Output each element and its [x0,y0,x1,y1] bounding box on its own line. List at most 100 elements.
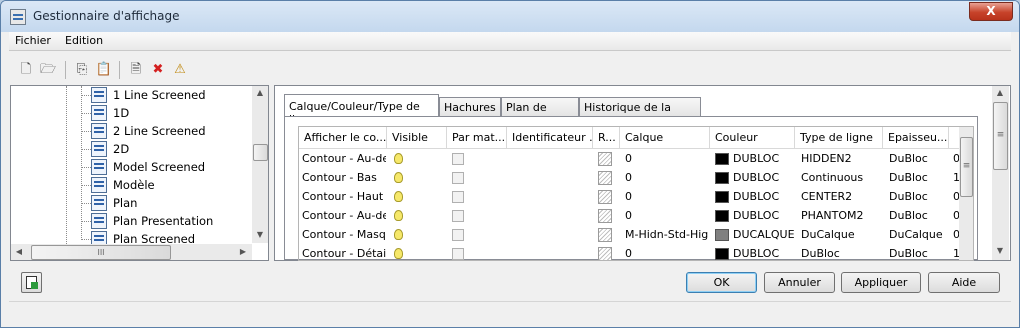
layer-value[interactable]: M-Hidn-Std-High [625,225,709,243]
cancel-button[interactable]: Annuler [764,272,835,293]
by-material-checkbox[interactable] [452,210,464,222]
layer-value[interactable]: 0 [625,244,709,260]
menu-edition[interactable]: Edition [65,34,103,47]
visibility-bulb-icon[interactable] [394,191,403,202]
layer-value[interactable]: 0 [625,187,709,205]
tree-item[interactable]: 2 Line Screened [81,122,251,140]
display-component-name[interactable]: Contour - Bas [302,168,386,186]
scroll-thumb[interactable]: III [31,245,171,260]
scroll-up-arrow[interactable]: ▲ [992,88,1008,97]
purge-icon[interactable]: ⚠ [171,61,189,79]
panel-vertical-scrollbar[interactable]: ▲ ≡ ▼ [992,86,1009,260]
copy-icon[interactable]: ⎘ [73,61,91,79]
lineweight-value[interactable]: DuBloc [889,149,949,167]
plot-style-icon[interactable] [598,152,612,166]
scroll-down-arrow[interactable]: ▼ [992,246,1008,255]
grid-vertical-scrollbar[interactable]: ≡ [959,127,973,260]
plot-style-icon[interactable] [598,247,612,260]
plot-style-icon[interactable] [598,171,612,185]
tab-version-history[interactable]: Historique de la version [579,97,701,127]
color-swatch[interactable] [715,229,729,241]
linetype-value[interactable]: DuCalque [801,225,883,243]
close-button[interactable]: X [969,2,1013,21]
display-component-name[interactable]: Contour - Détails - [302,244,386,260]
scroll-thumb[interactable] [253,144,268,161]
by-material-checkbox[interactable] [452,172,464,184]
linetype-value[interactable]: CENTER2 [801,187,883,205]
color-swatch[interactable] [715,210,729,222]
help-button[interactable]: Aide [928,272,1000,293]
ok-button[interactable]: OK [686,272,757,293]
title-bar[interactable]: Gestionnaire d'affichage X [1,1,1019,32]
layer-value[interactable]: 0 [625,149,709,167]
by-material-checkbox[interactable] [452,248,464,260]
tree-item[interactable]: Plan Presentation [81,212,251,230]
visibility-bulb-icon[interactable] [394,229,403,240]
linetype-value[interactable]: Continuous [801,168,883,186]
layer-value[interactable]: 0 [625,168,709,186]
plot-style-icon[interactable] [598,228,612,242]
apply-button[interactable]: Appliquer [841,272,921,293]
scroll-left-arrow[interactable]: ◀ [11,247,27,256]
lineweight-value[interactable]: DuBloc [889,244,949,260]
color-value[interactable]: DUBLOC [733,244,795,260]
display-component-name[interactable]: Contour - Au-desso [302,206,386,224]
visibility-bulb-icon[interactable] [394,172,403,183]
color-value[interactable]: DUBLOC [733,149,795,167]
by-material-checkbox[interactable] [452,153,464,165]
tree-item[interactable]: 1D [81,104,251,122]
linetype-value[interactable]: DuBloc [801,244,883,260]
column-header[interactable]: Visible [387,127,447,149]
linetype-value[interactable]: HIDDEN2 [801,149,883,167]
lineweight-value[interactable]: DuCalque [889,225,949,243]
plot-style-icon[interactable] [598,209,612,223]
lineweight-value[interactable]: DuBloc [889,187,949,205]
column-header[interactable]: Afficher le co... [299,127,387,149]
display-component-name[interactable]: Contour - Masqué [302,225,386,243]
color-swatch[interactable] [715,172,729,184]
by-material-checkbox[interactable] [452,191,464,203]
export-icon[interactable] [21,272,42,293]
column-header[interactable]: Par mat... [447,127,507,149]
column-header[interactable]: Epaisseu... [883,127,949,149]
paste-icon[interactable]: 📋 [95,61,113,79]
tree-horizontal-scrollbar[interactable]: ◀ III ▶ [11,244,252,260]
tree-item[interactable]: 1 Line Screened [81,86,251,104]
color-value[interactable]: DUBLOC [733,206,795,224]
visibility-bulb-icon[interactable] [394,210,403,221]
new-icon[interactable]: 🗋 [17,61,35,79]
by-material-checkbox[interactable] [452,229,464,241]
tree-vertical-scrollbar[interactable]: ▲ ▼ [252,86,268,243]
delete-icon[interactable]: ✖ [149,61,167,79]
scroll-thumb[interactable]: ≡ [960,137,973,197]
lineweight-value[interactable]: DuBloc [889,168,949,186]
tree-item[interactable]: Model Screened [81,158,251,176]
tab-layer-color-linetype[interactable]: Calque/Couleur/Type de ligne [284,94,439,126]
visibility-bulb-icon[interactable] [394,153,403,164]
color-swatch[interactable] [715,191,729,203]
color-value[interactable]: DUBLOC [733,187,795,205]
visibility-bulb-icon[interactable] [394,248,403,259]
column-header[interactable]: R... [593,127,620,149]
layer-value[interactable]: 0 [625,206,709,224]
display-component-name[interactable]: Contour - Au-desso [302,149,386,167]
tree-item[interactable]: Modèle [81,176,251,194]
column-header[interactable]: Identificateur ... [507,127,593,149]
new-item-icon[interactable]: 🗎 [127,61,145,79]
tree-item[interactable]: 2D [81,140,251,158]
tab-hatching[interactable]: Hachures [439,97,501,116]
color-value[interactable]: DUCALQUE [733,225,795,243]
tab-section-plane[interactable]: Plan de coupe [501,97,579,127]
column-header[interactable]: Couleur [710,127,795,149]
linetype-value[interactable]: PHANTOM2 [801,206,883,224]
color-value[interactable]: DUBLOC [733,168,795,186]
color-swatch[interactable] [715,153,729,165]
column-header[interactable]: Calque [620,127,710,149]
open-icon[interactable]: 🗁 [39,61,57,79]
display-component-name[interactable]: Contour - Haut [302,187,386,205]
column-header[interactable]: Type de ligne [795,127,883,149]
scroll-thumb[interactable]: ≡ [993,102,1008,170]
plot-style-icon[interactable] [598,190,612,204]
lineweight-value[interactable]: DuBloc [889,206,949,224]
scroll-up-arrow[interactable]: ▲ [252,88,268,97]
